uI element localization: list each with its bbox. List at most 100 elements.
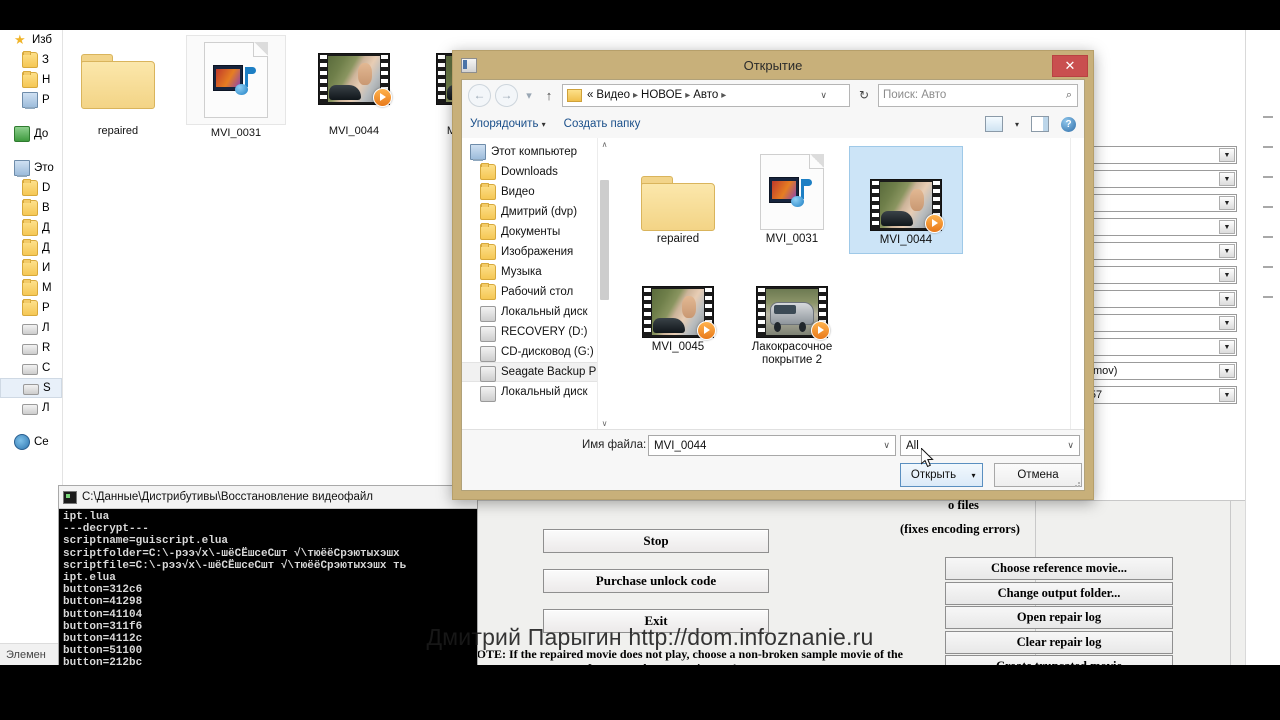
organize-menu[interactable]: Упорядочить ▾ <box>470 118 546 130</box>
tree-item[interactable]: Downloads <box>462 162 597 182</box>
chevron-down-icon[interactable]: ▼ <box>1219 244 1235 258</box>
chevron-down-icon[interactable]: ▼ <box>1219 292 1235 306</box>
chevron-down-icon[interactable]: ▼ <box>1219 364 1235 378</box>
app-option-select[interactable]: ▼ <box>1069 146 1237 164</box>
app-option-select[interactable]: ▼ <box>1069 338 1237 356</box>
tree-item[interactable]: Документы <box>462 222 597 242</box>
background-nav-item[interactable]: Се <box>0 432 62 452</box>
scrollbar-thumb[interactable] <box>600 180 609 300</box>
back-arrow-icon[interactable]: ← <box>468 83 491 107</box>
tree-item[interactable]: Музыка <box>462 262 597 282</box>
chevron-down-icon[interactable]: ▼ <box>1219 268 1235 282</box>
chevron-down-icon[interactable]: ▼ <box>1219 148 1235 162</box>
background-nav-item[interactable]: R <box>0 338 62 358</box>
refresh-icon[interactable]: ↻ <box>854 85 874 106</box>
tree-item[interactable]: Дмитрий (dvp) <box>462 202 597 222</box>
resize-grip[interactable] <box>1071 478 1081 488</box>
background-nav-item[interactable]: Д <box>0 238 62 258</box>
close-icon[interactable]: ✕ <box>1052 55 1088 77</box>
app-option-select[interactable]: ▼ <box>1069 266 1237 284</box>
app-option-select[interactable]: -4657▼ <box>1069 386 1237 404</box>
background-nav-item[interactable]: D <box>0 178 62 198</box>
app-option-select[interactable]: ▼ <box>1069 194 1237 212</box>
chevron-down-icon[interactable]: ▼ <box>1219 388 1235 402</box>
background-file-item[interactable]: repaired <box>68 35 168 139</box>
file-item[interactable]: Лакокрасочное покрытие 2 <box>735 254 849 373</box>
app-button[interactable]: Exit <box>543 609 769 633</box>
new-folder-button[interactable]: Создать папку <box>564 118 641 130</box>
chevron-down-icon[interactable]: ▼ <box>1219 316 1235 330</box>
background-nav-item[interactable]: S <box>0 378 62 398</box>
background-nav-item[interactable]: Р <box>0 90 62 110</box>
dialog-title-bar[interactable]: Открытие ✕ <box>453 51 1093 79</box>
background-nav-item[interactable]: М <box>0 278 62 298</box>
chevron-down-icon[interactable]: ▼ <box>1219 196 1235 210</box>
console-window[interactable]: C:\Данные\Дистрибутивы\Восстановление ви… <box>58 485 478 665</box>
app-button[interactable]: Change output folder... <box>945 581 1173 605</box>
file-list-scrollbar[interactable] <box>1070 138 1084 430</box>
tree-item[interactable]: RECOVERY (D:) <box>462 322 597 342</box>
background-nav-item[interactable]: Д <box>0 218 62 238</box>
background-file-item[interactable]: MVI_0031 <box>186 35 286 139</box>
tree-item[interactable]: Этот компьютер <box>462 142 597 162</box>
background-nav-item[interactable]: Это <box>0 158 62 178</box>
file-item[interactable]: repaired <box>621 146 735 254</box>
breadcrumb[interactable]: « Видео ▸ НОВОЕ ▸ Авто ▸ ∨ <box>562 83 850 107</box>
tree-scrollbar[interactable]: ∧ ∨ <box>597 138 611 430</box>
filetype-chevron-down-icon[interactable]: ∨ <box>1067 440 1074 451</box>
scroll-up-icon[interactable]: ∧ <box>598 138 611 151</box>
breadcrumb-segment[interactable]: Видео <box>596 89 630 101</box>
background-nav-item[interactable]: Л <box>0 398 62 418</box>
tree-item[interactable]: Рабочий стол <box>462 282 597 302</box>
filename-input[interactable]: MVI_0044 ∨ <box>648 435 896 456</box>
cancel-button[interactable]: Отмена <box>994 463 1082 487</box>
up-arrow-icon[interactable]: ↑ <box>540 88 558 103</box>
app-button[interactable]: Stop <box>543 529 769 553</box>
app-option-select[interactable]: ▼ <box>1069 242 1237 260</box>
background-nav-item[interactable]: Н <box>0 70 62 90</box>
view-layout-icon[interactable] <box>984 116 1003 132</box>
help-icon[interactable]: ? <box>1061 116 1076 132</box>
preview-pane-icon[interactable] <box>1031 116 1049 132</box>
background-nav-item[interactable]: З <box>0 50 62 70</box>
background-navigation-pane[interactable]: ★ Изб З Н Р До Это D В Д Д И М Р Л R C S Л Се <box>0 30 63 642</box>
search-input[interactable]: Поиск: Авто ⌕ <box>878 83 1078 107</box>
chevron-down-icon[interactable]: ▼ <box>1219 220 1235 234</box>
history-dropdown-icon[interactable]: ▾ <box>522 89 536 102</box>
background-file-item[interactable]: MVI_0044 <box>304 35 404 139</box>
open-button[interactable]: Открыть <box>900 463 967 487</box>
background-nav-item[interactable]: ★ Изб <box>0 30 62 50</box>
chevron-down-icon[interactable]: ▼ <box>1219 172 1235 186</box>
file-item[interactable]: MVI_0031 <box>735 146 849 254</box>
tree-item[interactable]: Видео <box>462 182 597 202</box>
app-option-select[interactable]: ▼ <box>1069 290 1237 308</box>
breadcrumb-segment[interactable]: Авто <box>693 89 718 101</box>
app-button[interactable]: Purchase unlock code <box>543 569 769 593</box>
view-chevron-down-icon[interactable]: ▾ <box>1015 120 1019 129</box>
app-button[interactable]: Create truncated movie <box>945 655 1173 665</box>
app-button[interactable]: Choose reference movie... <box>945 557 1173 580</box>
app-option-select[interactable]: ▼ <box>1069 170 1237 188</box>
app-option-select[interactable]: ▼ <box>1069 218 1237 236</box>
tree-item[interactable]: Локальный диск <box>462 382 597 402</box>
filename-chevron-down-icon[interactable]: ∨ <box>883 440 890 451</box>
app-option-select[interactable]: eg (mov) ▼ <box>1069 362 1237 380</box>
breadcrumb-segment[interactable]: НОВОЕ <box>641 89 682 101</box>
background-nav-item[interactable]: До <box>0 124 62 144</box>
app-option-select[interactable]: yer▼ <box>1069 314 1237 332</box>
filetype-select[interactable]: All ∨ <box>900 435 1080 456</box>
app-button[interactable]: Clear repair log <box>945 630 1173 654</box>
file-item[interactable]: MVI_0045 <box>621 254 735 373</box>
background-nav-item[interactable]: C <box>0 358 62 378</box>
app-button[interactable]: Open repair log <box>945 606 1173 629</box>
tree-item[interactable]: Локальный диск <box>462 302 597 322</box>
background-nav-item[interactable]: И <box>0 258 62 278</box>
open-dropdown-button[interactable]: ▾ <box>965 463 983 487</box>
dialog-navigation-tree[interactable]: Этот компьютер Downloads Видео Дмитрий (dvp… <box>462 138 597 430</box>
file-item[interactable]: MVI_0044 <box>849 146 963 254</box>
background-nav-item[interactable]: В <box>0 198 62 218</box>
tree-item[interactable]: Seagate Backup Pl <box>462 362 597 382</box>
breadcrumb-chevron-down-icon[interactable]: ∨ <box>820 90 827 101</box>
tree-item[interactable]: CD-дисковод (G:) <box>462 342 597 362</box>
forward-arrow-icon[interactable]: → <box>495 83 518 107</box>
